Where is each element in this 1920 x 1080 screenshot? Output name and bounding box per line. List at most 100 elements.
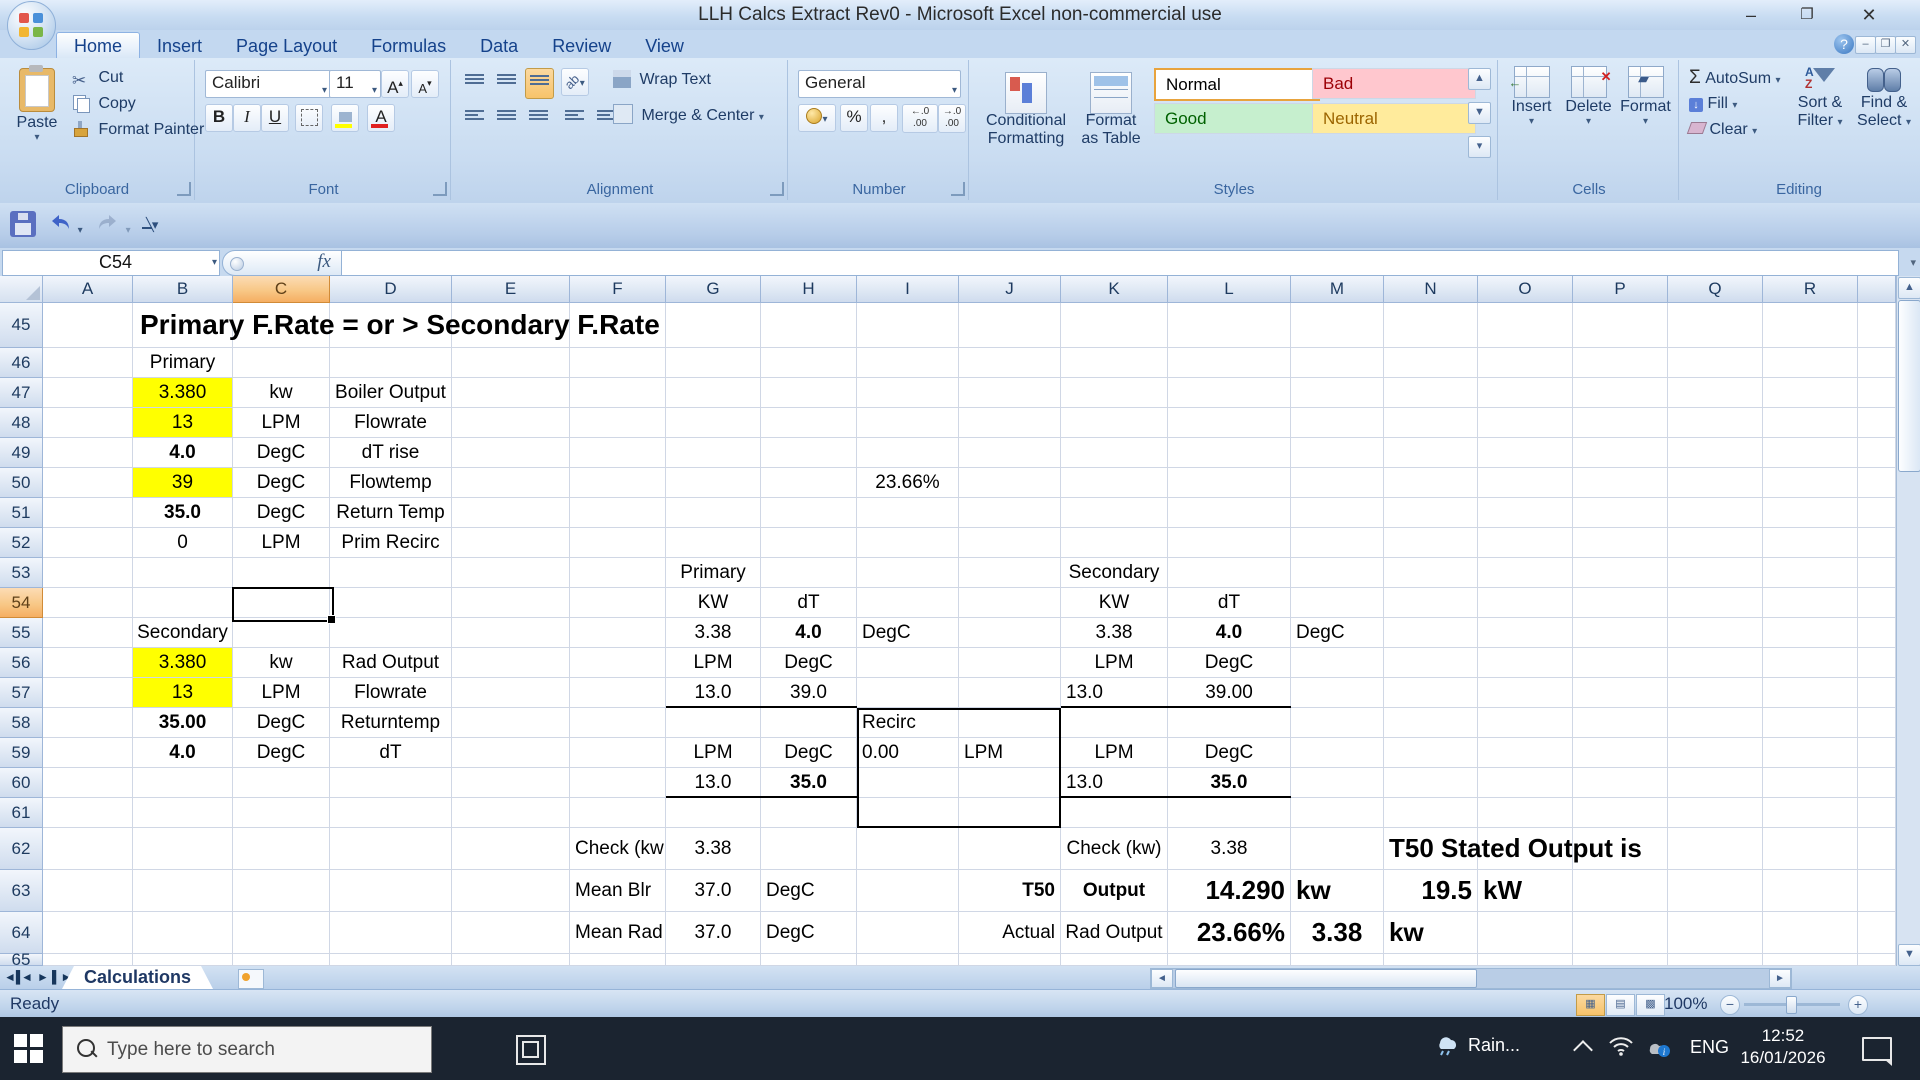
- cell-G56[interactable]: LPM: [666, 648, 761, 678]
- cell-O48[interactable]: [1478, 408, 1573, 438]
- cell-I51[interactable]: [857, 498, 959, 528]
- col-header-R[interactable]: R: [1763, 276, 1858, 303]
- conditional-formatting-button[interactable]: Conditional Formatting: [983, 66, 1069, 148]
- cell-J49[interactable]: [959, 438, 1061, 468]
- row-header-60[interactable]: 60: [0, 768, 43, 798]
- cell-R57[interactable]: [1763, 678, 1858, 708]
- cell-F54[interactable]: [570, 588, 666, 618]
- last-sheet-icon[interactable]: ▌►: [52, 969, 72, 986]
- cell-F55[interactable]: [570, 618, 666, 648]
- cell-L55[interactable]: 4.0: [1168, 618, 1291, 648]
- cell-M55[interactable]: DegC: [1291, 618, 1384, 648]
- cell-H46[interactable]: [761, 348, 857, 378]
- cell-I60[interactable]: [857, 768, 959, 798]
- cell-Q53[interactable]: [1668, 558, 1763, 588]
- number-format-select[interactable]: General ▾: [798, 70, 961, 98]
- cell-E62[interactable]: [452, 828, 570, 870]
- cell-P58[interactable]: [1573, 708, 1668, 738]
- cell-K47[interactable]: [1061, 378, 1168, 408]
- cell-O51[interactable]: [1478, 498, 1573, 528]
- col-header-L[interactable]: L: [1168, 276, 1291, 303]
- delete-cells-button[interactable]: ✕ Delete ▾: [1561, 66, 1616, 127]
- scroll-up-icon[interactable]: ▲: [1898, 277, 1920, 299]
- cell-F56[interactable]: [570, 648, 666, 678]
- cell-L53[interactable]: [1168, 558, 1291, 588]
- cell-B53[interactable]: [133, 558, 233, 588]
- cell-B48[interactable]: 13: [133, 408, 233, 438]
- col-header-C[interactable]: C: [233, 276, 330, 303]
- gallery-scroll-down-icon[interactable]: ▼: [1468, 102, 1491, 124]
- cell-Q51[interactable]: [1668, 498, 1763, 528]
- cell-R62[interactable]: [1763, 828, 1858, 870]
- cell-R58[interactable]: [1763, 708, 1858, 738]
- cell-L57[interactable]: 39.00: [1168, 678, 1291, 708]
- cell-L50[interactable]: [1168, 468, 1291, 498]
- cell-61[interactable]: [1858, 798, 1896, 828]
- workbook-close-icon[interactable]: ✕: [1895, 36, 1916, 54]
- cell-O60[interactable]: [1478, 768, 1573, 798]
- cell-B63[interactable]: [133, 870, 233, 912]
- cell-C52[interactable]: LPM: [233, 528, 330, 558]
- cell-M62[interactable]: [1291, 828, 1384, 870]
- cell-K45[interactable]: [1061, 303, 1168, 348]
- weather-icon[interactable]: [1432, 1027, 1462, 1062]
- cell-G64[interactable]: 37.0: [666, 912, 761, 954]
- cell-C48[interactable]: LPM: [233, 408, 330, 438]
- cell-Q45[interactable]: [1668, 303, 1763, 348]
- cell-Q64[interactable]: [1668, 912, 1763, 954]
- cell-M45[interactable]: [1291, 303, 1384, 348]
- zoom-slider-thumb[interactable]: [1786, 996, 1797, 1014]
- cell-H47[interactable]: [761, 378, 857, 408]
- row-header-47[interactable]: 47: [0, 378, 43, 408]
- cell-E48[interactable]: [452, 408, 570, 438]
- cell-L63[interactable]: 14.290: [1168, 870, 1291, 912]
- cell-J59[interactable]: LPM: [959, 738, 1061, 768]
- cell-M52[interactable]: [1291, 528, 1384, 558]
- cell-N46[interactable]: [1384, 348, 1478, 378]
- title-bar[interactable]: LLH Calcs Extract Rev0 - Microsoft Excel…: [0, 0, 1920, 30]
- bold-button[interactable]: B: [205, 104, 233, 132]
- cell-E58[interactable]: [452, 708, 570, 738]
- cell-R55[interactable]: [1763, 618, 1858, 648]
- cell-K57[interactable]: 13.0: [1061, 678, 1168, 708]
- col-header-H[interactable]: H: [761, 276, 857, 303]
- insert-function-button[interactable]: fx: [222, 250, 342, 276]
- col-header-D[interactable]: D: [330, 276, 452, 303]
- cell-D47[interactable]: Boiler Output: [330, 378, 452, 408]
- cell-L46[interactable]: [1168, 348, 1291, 378]
- cell-P55[interactable]: [1573, 618, 1668, 648]
- cell-M65[interactable]: [1291, 954, 1384, 966]
- cell-J47[interactable]: [959, 378, 1061, 408]
- minimize-icon[interactable]: –: [1728, 2, 1774, 28]
- cell-E61[interactable]: [452, 798, 570, 828]
- cell-O47[interactable]: [1478, 378, 1573, 408]
- cell-56[interactable]: [1858, 648, 1896, 678]
- cell-L48[interactable]: [1168, 408, 1291, 438]
- cell-C49[interactable]: DegC: [233, 438, 330, 468]
- cell-47[interactable]: [1858, 378, 1896, 408]
- autosum-button[interactable]: Σ AutoSum ▾: [1689, 66, 1781, 90]
- cell-A59[interactable]: [43, 738, 133, 768]
- font-family-select[interactable]: Calibri ▾: [205, 70, 331, 98]
- cell-E55[interactable]: [452, 618, 570, 648]
- cell-B62[interactable]: [133, 828, 233, 870]
- cell-G52[interactable]: [666, 528, 761, 558]
- cell-J50[interactable]: [959, 468, 1061, 498]
- cell-M50[interactable]: [1291, 468, 1384, 498]
- cell-O53[interactable]: [1478, 558, 1573, 588]
- gallery-scroll-up-icon[interactable]: ▲: [1468, 68, 1491, 90]
- clipboard-dialog-launcher-icon[interactable]: [177, 182, 191, 196]
- cell-C62[interactable]: [233, 828, 330, 870]
- cell-C63[interactable]: [233, 870, 330, 912]
- cell-L49[interactable]: [1168, 438, 1291, 468]
- page-layout-view-button[interactable]: ▤: [1606, 994, 1635, 1016]
- cell-D63[interactable]: [330, 870, 452, 912]
- row-header-45[interactable]: 45: [0, 303, 43, 348]
- col-header-J[interactable]: J: [959, 276, 1061, 303]
- cell-B57[interactable]: 13: [133, 678, 233, 708]
- prev-sheet-icon[interactable]: ◄: [20, 969, 34, 986]
- cell-P59[interactable]: [1573, 738, 1668, 768]
- cell-Q56[interactable]: [1668, 648, 1763, 678]
- cell-C46[interactable]: [233, 348, 330, 378]
- cell-D57[interactable]: Flowrate: [330, 678, 452, 708]
